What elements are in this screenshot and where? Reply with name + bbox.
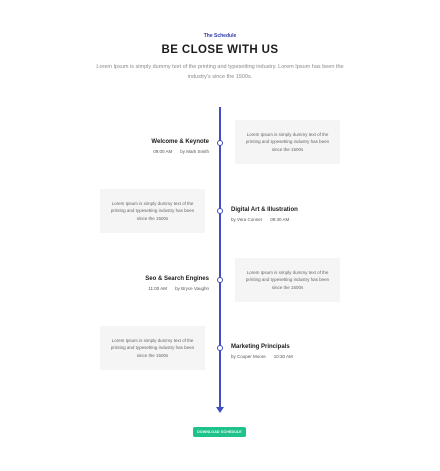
event-speaker: by Cooper Moore (231, 354, 266, 359)
page-title: BE CLOSE WITH US (161, 44, 279, 56)
event-description-card: Lorem Ipsum is simply dummy text of the … (100, 189, 205, 233)
event-speaker: by Vera Conner (231, 217, 263, 222)
download-schedule-button[interactable]: DOWNLOAD SCHEDULE (193, 427, 246, 437)
event-description-card: Lorem Ipsum is simply dummy text of the … (235, 258, 340, 302)
event-description-card: Lorem Ipsum is simply dummy text of the … (235, 120, 340, 164)
event-title: Digital Art & Illustration (231, 207, 298, 213)
event-meta: 09:00 AM by Mark Smith (153, 149, 209, 154)
event-title: Seo & Search Engines (145, 276, 209, 282)
event-speaker: by Mark Smith (180, 149, 209, 154)
event-title: Marketing Principals (231, 344, 290, 350)
event-description: Lorem Ipsum is simply dummy text of the … (110, 337, 195, 358)
event-time: 10:30 AM (273, 354, 293, 359)
event-meta: by Vera Conner 09:30 AM (231, 217, 289, 222)
event-time: 09:30 AM (270, 217, 290, 222)
event-description: Lorem Ipsum is simply dummy text of the … (245, 131, 330, 152)
event-description: Lorem Ipsum is simply dummy text of the … (245, 269, 330, 290)
timeline-line (219, 107, 221, 409)
event-meta: by Cooper Moore 10:30 AM (231, 354, 293, 359)
event-meta: 11:00 AM by Bryce Vaughn (148, 286, 209, 291)
event-description: Lorem Ipsum is simply dummy text of the … (110, 200, 195, 221)
event-title: Welcome & Keynote (151, 139, 209, 145)
timeline-dot (217, 277, 223, 283)
event-time: 09:00 AM (153, 149, 173, 154)
timeline-dot (217, 140, 223, 146)
event-time: 11:00 AM (148, 286, 168, 291)
timeline-dot (217, 345, 223, 351)
event-speaker: by Bryce Vaughn (175, 286, 209, 291)
arrow-down-icon (216, 407, 224, 413)
timeline-dot (217, 208, 223, 214)
event-description-card: Lorem Ipsum is simply dummy text of the … (100, 326, 205, 370)
section-subtitle: Lorem Ipsum is simply dummy text of the … (96, 64, 344, 80)
section-eyebrow: The Schedule (203, 33, 237, 39)
